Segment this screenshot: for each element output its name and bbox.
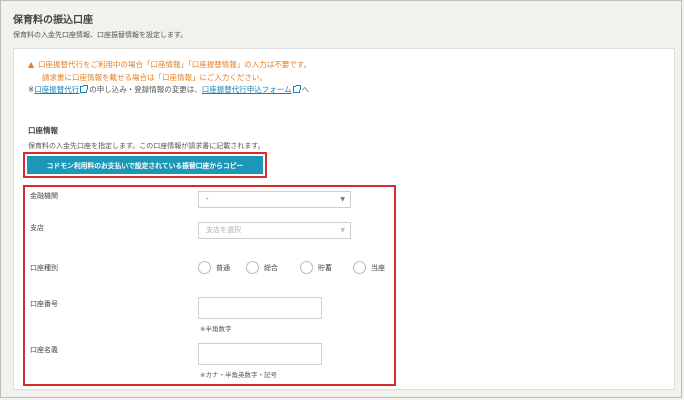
bank-select[interactable]: - ▼ [198,191,351,208]
radio-sogo[interactable]: 総合 [246,261,278,274]
account-form-highlight: 金融機関 - ▼ 支店 支店を選択 ▼ 口座種別 普通 総合 貯蓄 当座 口座番… [23,185,396,386]
external-link-icon [80,85,89,93]
info-suffix: へ [301,85,310,94]
radio-label: 総合 [264,263,278,272]
copy-account-button[interactable]: コドモン利用料のお支払いで設定されている振替口座からコピー [27,156,263,174]
account-holder-label: 口座名義 [30,346,58,354]
direct-debit-link[interactable]: 口座振替代行 [34,85,79,94]
account-holder-hint: ※カナ・半角英数字・記号 [200,371,277,379]
radio-button[interactable] [353,261,366,274]
settings-panel: ▲ 口座振替代行をご利用中の場合「口座情報」「口座振替情報」の入力は不要です。 請… [13,48,675,390]
warning-icon: ▲ [28,60,35,69]
section-title: 口座情報 [28,126,58,135]
bank-label: 金融機関 [30,192,58,200]
bank-select-value: - [206,195,209,203]
info-line: ※口座振替代行 の申し込み・登録情報の変更は、口座振替代行申込フォームへ [28,84,311,97]
branch-select-placeholder: 支店を選択 [206,226,241,234]
notice-box: ▲ 口座振替代行をご利用中の場合「口座情報」「口座振替情報」の入力は不要です。 請… [28,59,311,97]
account-holder-input[interactable] [198,343,322,365]
external-link-icon [292,85,301,93]
warning-line-2: 請求書に口座情報を載せる場合は「口座情報」にご入力ください。 [42,72,267,82]
radio-button[interactable] [198,261,211,274]
radio-toza[interactable]: 当座 [353,261,385,274]
radio-chochiku[interactable]: 貯蓄 [300,261,332,274]
section-description: 保育料の入金先口座を指定します。この口座情報が請求書に記載されます。 [28,142,265,150]
page-subtitle: 保育料の入金先口座情報、口座振替情報を設定します。 [13,31,188,39]
radio-futsu[interactable]: 普通 [198,261,230,274]
info-middle-text: の申し込み・登録情報の変更は、 [89,85,202,94]
application-form-link[interactable]: 口座振替代行申込フォーム [202,85,292,94]
account-type-label: 口座種別 [30,264,58,272]
warning-text-1: 口座振替代行をご利用中の場合「口座情報」「口座振替情報」の入力は不要です。 [38,60,311,69]
radio-button[interactable] [246,261,259,274]
branch-label: 支店 [30,224,44,232]
radio-button[interactable] [300,261,313,274]
copy-button-highlight: コドモン利用料のお支払いで設定されている振替口座からコピー [23,152,267,178]
chevron-down-icon: ▼ [340,196,345,203]
radio-label: 貯蓄 [318,263,332,272]
page-title: 保育料の振込口座 [13,15,93,26]
account-number-label: 口座番号 [30,300,58,308]
radio-label: 当座 [371,263,385,272]
branch-select[interactable]: 支店を選択 ▼ [198,222,351,239]
account-number-hint: ※半角数字 [200,325,232,333]
chevron-down-icon: ▼ [340,227,345,234]
radio-label: 普通 [216,263,230,272]
account-number-input[interactable] [198,297,322,319]
warning-line-1: ▲ 口座振替代行をご利用中の場合「口座情報」「口座振替情報」の入力は不要です。 [28,59,311,72]
